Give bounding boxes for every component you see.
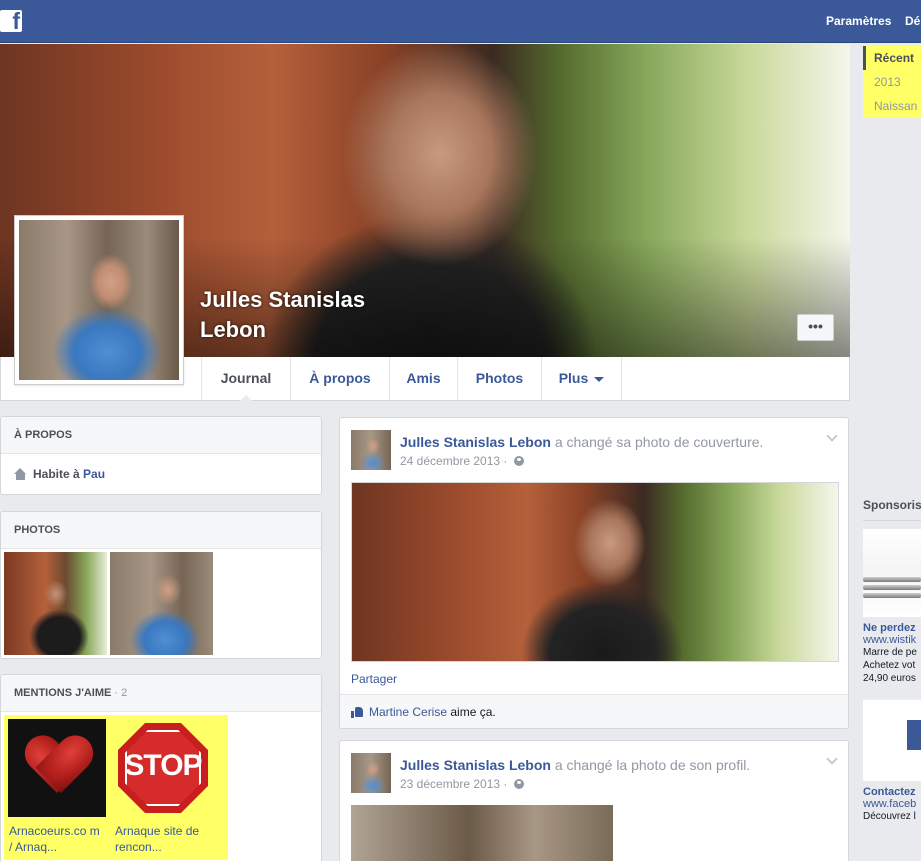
ad-text: Achetez vot <box>863 660 916 671</box>
ad-url[interactable]: www.wistik <box>863 634 921 646</box>
photo-thumbnail[interactable] <box>110 552 213 655</box>
chevron-down-icon <box>594 376 605 382</box>
post-date-text[interactable]: 23 décembre 2013 · <box>400 777 511 791</box>
post-action-text: a changé sa photo de couverture. <box>550 434 764 450</box>
post-header: Julles Stanislas Lebon a changé sa photo… <box>400 433 763 451</box>
about-box: À PROPOS Habite à Pau <box>0 416 322 495</box>
ad-text: 24,90 euros <box>863 673 916 684</box>
scrubber-item-2013[interactable]: 2013 <box>863 70 921 94</box>
post-author-link[interactable]: Julles Stanislas Lebon <box>400 757 551 773</box>
lives-prefix: Habite à <box>33 467 84 481</box>
tab-more-label: Plus <box>558 370 589 386</box>
thumbs-up-icon <box>351 706 364 718</box>
profile-picture-image <box>19 220 179 380</box>
profile-name[interactable]: Julles Stanislas Lebon <box>200 285 420 345</box>
liker-suffix: aime ça. <box>447 705 496 719</box>
post-date: 23 décembre 2013 · <box>400 777 524 791</box>
liked-page[interactable]: STOP Arnaque site de rencon... <box>110 715 228 860</box>
sponsored-column: Sponsorisé Ne perdez www.wistik Marre de… <box>863 498 921 823</box>
ad-headline[interactable]: Contactez <box>863 786 921 798</box>
tab-photos-label: Photos <box>475 370 524 386</box>
tab-about-label: À propos <box>309 370 371 386</box>
timeline-post: Julles Stanislas Lebon a changé la photo… <box>339 740 849 861</box>
divider <box>863 520 921 521</box>
timeline-scrubber: Récent 2013 Naissan <box>863 46 921 118</box>
stop-sign-text: STOP <box>124 749 202 782</box>
about-box-title: À PROPOS <box>1 417 321 454</box>
tab-about[interactable]: À propos <box>290 357 389 400</box>
ad-image-rail <box>863 577 921 582</box>
globe-icon[interactable] <box>513 779 524 789</box>
avatar[interactable] <box>351 430 391 470</box>
post-date-text[interactable]: 24 décembre 2013 · <box>400 454 511 468</box>
tab-friends[interactable]: Amis <box>389 357 457 400</box>
tab-journal[interactable]: Journal <box>201 357 290 401</box>
heart-icon <box>8 719 106 817</box>
liked-page[interactable]: Arnacoeurs.co m / Arnaq... <box>4 715 110 860</box>
house-icon <box>14 468 27 480</box>
tab-more[interactable]: Plus <box>541 357 622 400</box>
post-action-text: a changé la photo de son profil. <box>550 757 751 773</box>
ad-image[interactable] <box>863 529 921 617</box>
about-lives-in: Habite à Pau <box>1 454 321 481</box>
photos-box: PHOTOS <box>0 511 322 659</box>
ad-headline[interactable]: Ne perdez <box>863 622 921 634</box>
liked-page-label[interactable]: Arnacoeurs.co m / Arnaq... <box>9 823 105 855</box>
ad-url[interactable]: www.faceb <box>863 798 921 810</box>
ad-image-rail <box>863 585 921 590</box>
avatar[interactable] <box>351 753 391 793</box>
top-bar: f Paramètres Dé <box>0 0 921 43</box>
tab-journal-label: Journal <box>220 370 272 386</box>
facebook-logo-icon <box>907 720 921 750</box>
post-author-link[interactable]: Julles Stanislas Lebon <box>400 434 551 450</box>
profile-picture[interactable] <box>14 215 184 385</box>
tab-photos[interactable]: Photos <box>457 357 541 400</box>
lives-city-link[interactable]: Pau <box>83 467 105 481</box>
post-photo[interactable] <box>351 805 613 861</box>
stop-sign-shape: STOP <box>118 723 208 813</box>
likes-box-title: MENTIONS J'AIME · 2 <box>1 675 321 712</box>
likes-box: MENTIONS J'AIME · 2 Arnacoeurs.co m / Ar… <box>0 674 322 861</box>
globe-icon[interactable] <box>513 456 524 466</box>
ad-text: Marre de pe <box>863 647 917 658</box>
share-link[interactable]: Partager <box>351 672 397 686</box>
liked-page-label[interactable]: Arnaque site de rencon... <box>115 823 211 855</box>
ad-text: Découvrez l <box>863 811 916 822</box>
timeline-post: Julles Stanislas Lebon a changé sa photo… <box>339 417 849 729</box>
cover-more-button[interactable]: ••• <box>797 314 834 341</box>
post-header: Julles Stanislas Lebon a changé la photo… <box>400 756 750 774</box>
ad-image[interactable] <box>863 699 921 781</box>
photo-thumbnail[interactable] <box>4 552 107 655</box>
scrubber-item-birth[interactable]: Naissan <box>863 94 921 118</box>
tab-friends-label: Amis <box>406 370 441 386</box>
post-photo[interactable] <box>351 482 839 662</box>
post-likes-bar: Martine Cerise aime ça. <box>340 694 848 728</box>
photos-box-title: PHOTOS <box>1 512 321 549</box>
chevron-down-icon[interactable] <box>826 430 838 442</box>
likes-count: 2 <box>121 687 128 699</box>
logout-link[interactable]: Dé <box>905 14 920 28</box>
heart-shape <box>25 737 89 795</box>
facebook-logo-letter: f <box>12 10 20 32</box>
stop-sign-icon: STOP <box>114 719 212 817</box>
settings-link[interactable]: Paramètres <box>826 14 891 28</box>
post-date: 24 décembre 2013 · <box>400 454 524 468</box>
liker-link[interactable]: Martine Cerise <box>369 705 447 719</box>
scrubber-item-recent[interactable]: Récent <box>863 46 921 70</box>
chevron-down-icon[interactable] <box>826 753 838 765</box>
facebook-logo-icon[interactable]: f <box>0 10 22 32</box>
likes-title-text: MENTIONS J'AIME <box>14 687 112 699</box>
sponsored-title: Sponsorisé <box>863 498 921 512</box>
ad-image-rail <box>863 593 921 598</box>
